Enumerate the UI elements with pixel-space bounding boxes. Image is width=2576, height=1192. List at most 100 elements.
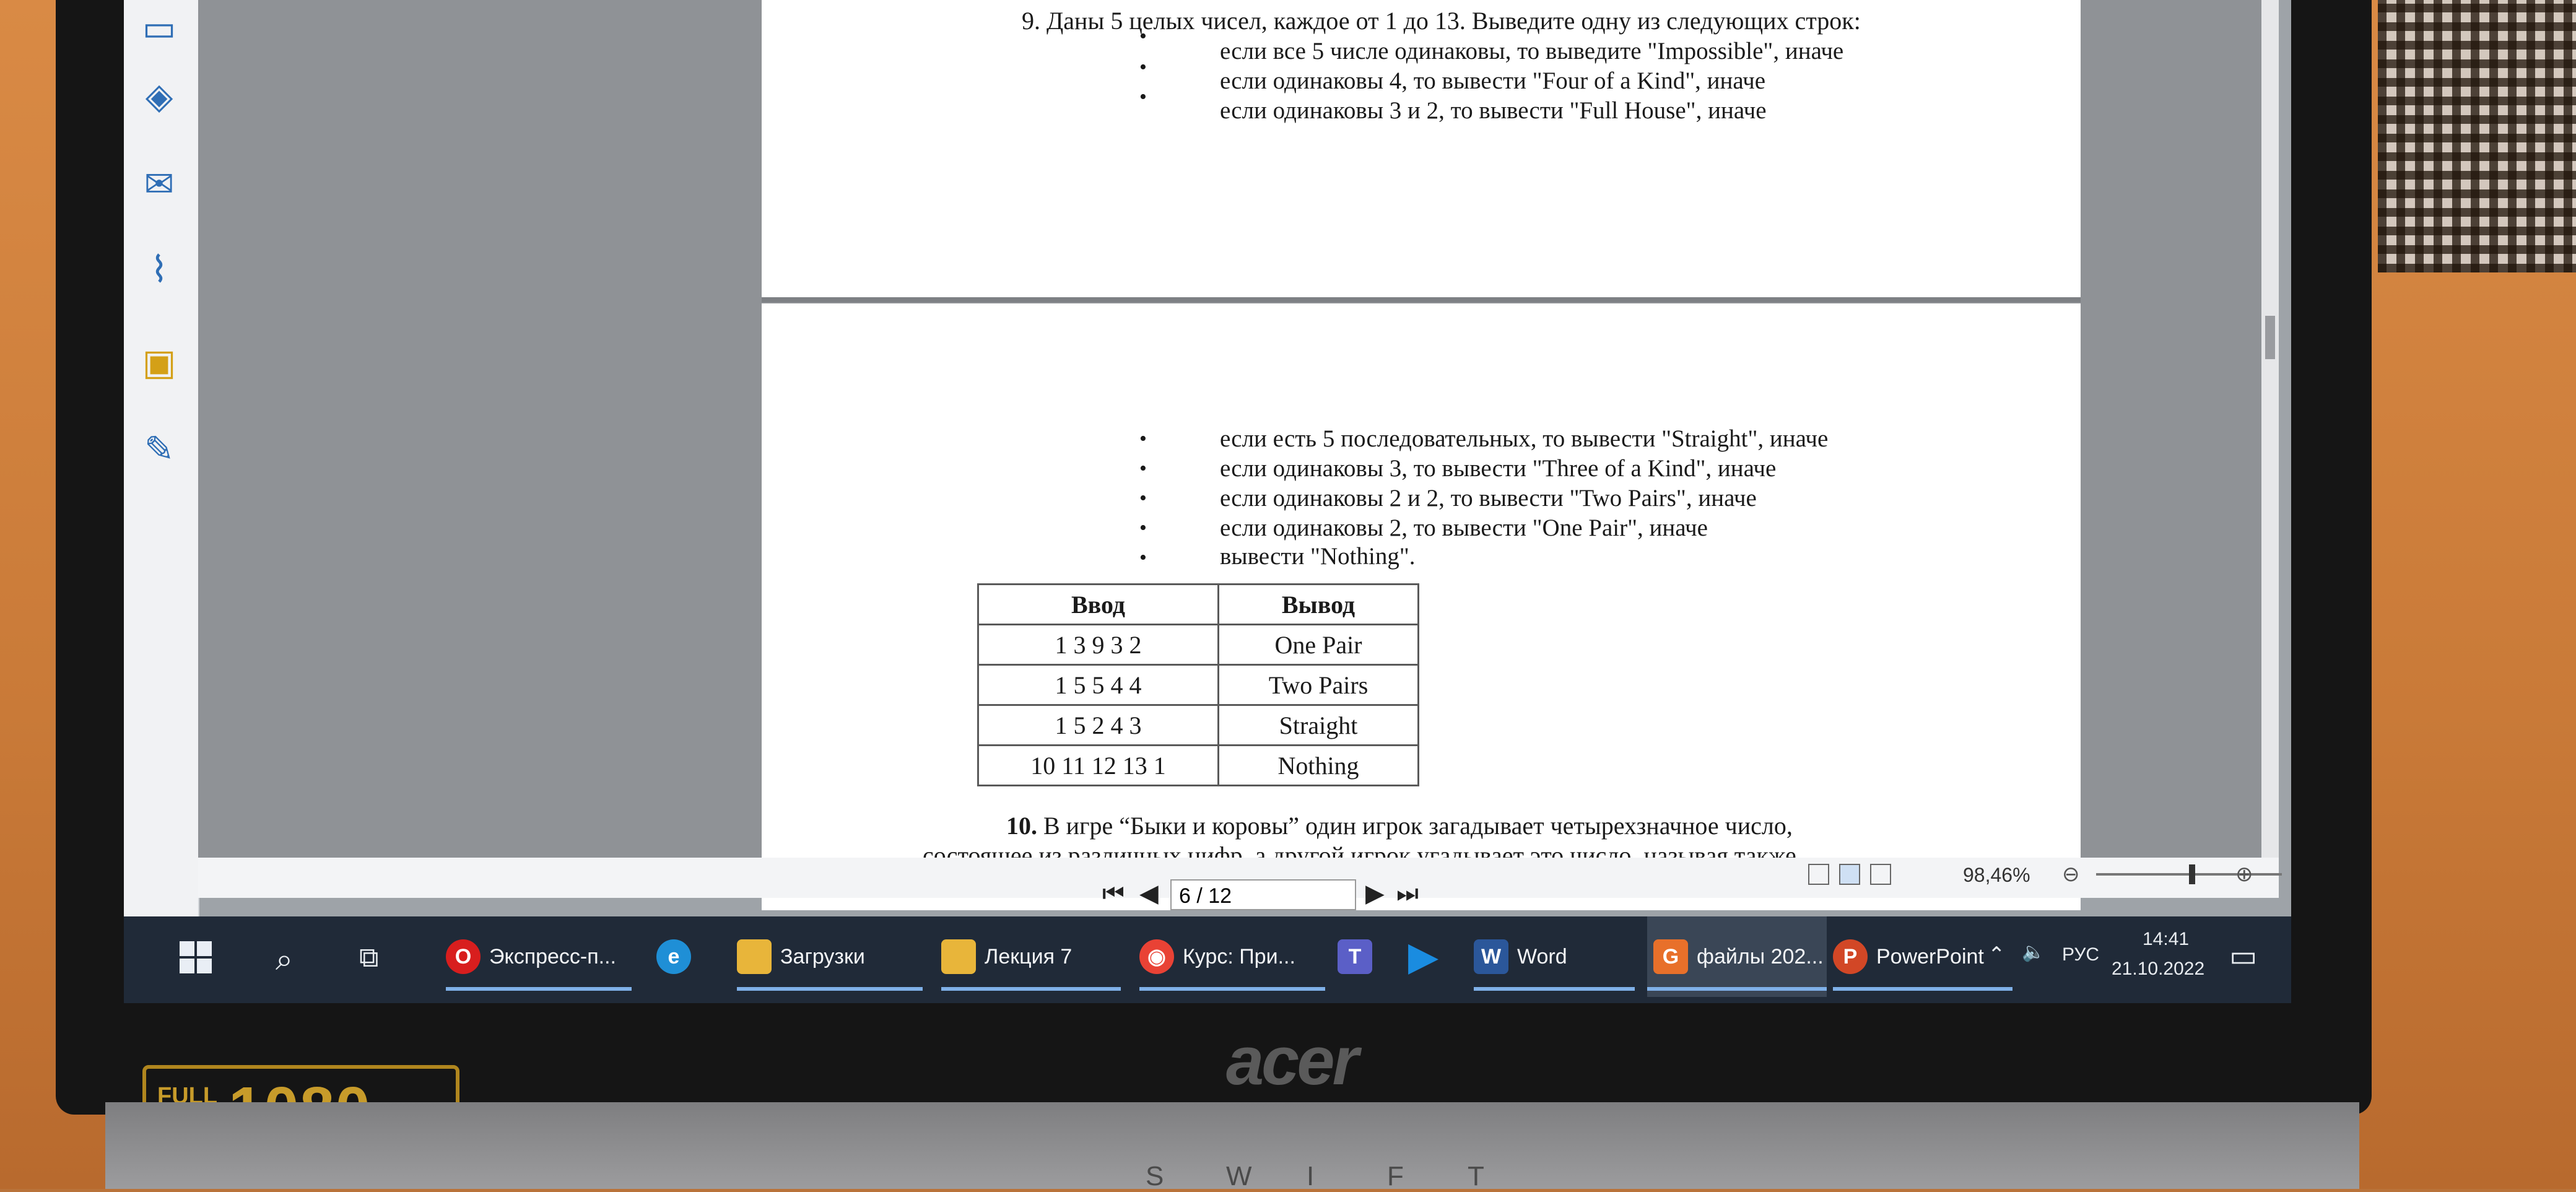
bullet-marker: • xyxy=(1139,487,1147,510)
zoom-slider-thumb[interactable] xyxy=(2189,864,2195,884)
vertical-scrollbar[interactable] xyxy=(2261,0,2279,892)
clock-time[interactable]: 14:41 xyxy=(2143,929,2189,950)
bullet-marker: • xyxy=(1139,85,1147,108)
single-page-view-icon[interactable] xyxy=(1808,864,1829,885)
table-cell-input: 1 5 5 4 4 xyxy=(977,664,1219,706)
taskbar-item-label: Word xyxy=(1517,944,1567,968)
io-table: Ввод Вывод 1 3 9 3 2 One Pair 1 5 5 4 4 … xyxy=(977,583,1419,786)
background-fabric xyxy=(2378,0,2576,272)
continuous-view-icon[interactable] xyxy=(1839,864,1860,885)
taskbar-item-teams[interactable]: T xyxy=(1338,916,1387,997)
bullet-marker: • xyxy=(1139,546,1147,569)
task10-text: В игре “Быки и коровы” один игрок загады… xyxy=(1037,812,1793,840)
acer-logo: acer xyxy=(1226,1023,1359,1099)
prev-page-icon[interactable]: ◀ xyxy=(1139,879,1159,908)
table-row: 1 3 9 3 2 One Pair xyxy=(977,624,1419,666)
next-page-icon[interactable]: ▶ xyxy=(1365,879,1385,908)
windows-taskbar: ⌕ ⧉ O Экспресс-п... e Загрузки Лекция 7 … xyxy=(124,916,2291,1003)
zoom-in-icon[interactable]: ⊕ xyxy=(2235,862,2253,887)
document-page-top: 9. Даны 5 целых чисел, каждое от 1 до 13… xyxy=(762,0,2081,302)
table-row: 1 5 2 4 3 Straight xyxy=(977,704,1419,746)
chrome-icon: ◉ xyxy=(1139,939,1174,974)
scrollbar-thumb[interactable] xyxy=(2265,316,2275,359)
table-header-row: Ввод Вывод xyxy=(977,583,1419,625)
powerpoint-icon: P xyxy=(1833,939,1868,974)
table-header: Вывод xyxy=(1217,583,1419,625)
document-page-bottom: • если есть 5 последовательных, то вывес… xyxy=(762,303,2081,910)
table-cell-input: 1 3 9 3 2 xyxy=(977,624,1219,666)
laptop-screen: ▭ ◈ ✉ ⌇ ▣ ✎ 9. Даны 5 целых чисел, каждо… xyxy=(124,0,2291,954)
taskbar-item-opera[interactable]: O Экспресс-п... xyxy=(446,916,632,997)
taskbar-active-indicator xyxy=(941,987,1121,991)
zoom-out-icon[interactable]: ⊖ xyxy=(2062,862,2080,887)
windows-start-icon[interactable] xyxy=(180,941,212,973)
last-page-icon[interactable]: ⏭ xyxy=(1396,879,1419,908)
table-cell-output: One Pair xyxy=(1217,624,1419,666)
taskbar-item-label: файлы 202... xyxy=(1697,944,1824,968)
taskbar-item-pdf[interactable]: G файлы 202... xyxy=(1647,916,1827,997)
taskbar-item-label: Лекция 7 xyxy=(985,944,1073,968)
bullet-item: если одинаковы 3, то вывести "Three of a… xyxy=(1220,455,1777,482)
table-cell-output: Nothing xyxy=(1217,744,1419,786)
base-letter: T xyxy=(1468,1161,1487,1191)
bullet-item: если одинаковы 4, то вывести "Four of a … xyxy=(1220,67,1766,94)
base-letter: I xyxy=(1307,1161,1317,1191)
play-icon: ▶ xyxy=(1408,936,1438,977)
bullet-item: если одинаковы 3 и 2, то вывести "Full H… xyxy=(1220,97,1767,124)
notifications-icon[interactable]: ▭ xyxy=(2229,939,2257,973)
bullet-marker: • xyxy=(1139,457,1147,480)
bullet-marker: • xyxy=(1139,25,1147,48)
taskbar-item-downloads[interactable]: Загрузки xyxy=(737,916,923,997)
bullet-marker: • xyxy=(1139,427,1147,450)
taskbar-active-indicator xyxy=(1139,987,1325,991)
task10-number: 10. xyxy=(1006,812,1037,840)
taskbar-item-word[interactable]: W Word xyxy=(1474,916,1635,997)
edge-icon: e xyxy=(656,939,691,974)
taskbar-item-edge[interactable]: e xyxy=(656,916,706,997)
bookmark-icon[interactable]: ▭ xyxy=(137,6,181,50)
base-letter: S xyxy=(1146,1161,1167,1191)
table-cell-input: 1 5 2 4 3 xyxy=(977,704,1219,746)
bullet-marker: • xyxy=(1139,56,1147,79)
word-icon: W xyxy=(1474,939,1508,974)
document-viewport[interactable]: 9. Даны 5 целых чисел, каждое от 1 до 13… xyxy=(198,0,2279,910)
table-cell-input: 10 11 12 13 1 xyxy=(977,744,1219,786)
layers-icon[interactable]: ◈ xyxy=(137,74,181,118)
bullet-item: если есть 5 последовательных, то вывести… xyxy=(1220,425,1829,452)
taskbar-item-chrome[interactable]: ◉ Курс: При... xyxy=(1139,916,1325,997)
folder-icon xyxy=(941,939,976,974)
taskbar-item-lecture[interactable]: Лекция 7 xyxy=(941,916,1121,997)
attachment-icon[interactable]: ⌇ xyxy=(137,248,181,291)
page-indicator[interactable]: 6 / 12 xyxy=(1170,879,1356,910)
chevron-up-icon[interactable]: ⌃ xyxy=(1988,942,2006,967)
signature-icon[interactable]: ✎ xyxy=(137,427,181,471)
first-page-icon[interactable]: ⏮ xyxy=(1102,879,1125,908)
table-row: 1 5 5 4 4 Two Pairs xyxy=(977,664,1419,706)
taskbar-active-indicator xyxy=(737,987,923,991)
bullet-item: если одинаковы 2, то вывести "One Pair",… xyxy=(1220,515,1708,541)
taskbar-item-label: PowerPoint xyxy=(1876,944,1984,968)
taskbar-active-indicator xyxy=(1833,987,2012,991)
bullet-item: вывести "Nothing". xyxy=(1220,543,1416,570)
zoom-level: 98,46% xyxy=(1963,864,2030,886)
comment-icon[interactable]: ✉ xyxy=(137,162,181,206)
taskbar-item-player[interactable]: ▶ xyxy=(1406,916,1455,997)
clock-date[interactable]: 21.10.2022 xyxy=(2112,959,2204,980)
table-header: Ввод xyxy=(977,583,1219,625)
bullet-marker: • xyxy=(1139,516,1147,539)
task10-line1: 10. В игре “Быки и коровы” один игрок за… xyxy=(1006,811,1793,840)
bullet-item: если одинаковы 2 и 2, то вывести "Two Pa… xyxy=(1220,485,1757,511)
language-indicator[interactable]: РУС xyxy=(2062,944,2099,965)
pdf-side-toolbar: ▭ ◈ ✉ ⌇ ▣ ✎ xyxy=(124,0,199,916)
search-icon[interactable]: ⌕ xyxy=(276,941,293,978)
bullet-item: если все 5 числе одинаковы, то выведите … xyxy=(1220,38,1844,64)
taskbar-item-powerpoint[interactable]: P PowerPoint xyxy=(1833,916,2012,997)
lock-icon[interactable]: ▣ xyxy=(137,341,181,384)
volume-icon[interactable]: 🔈 xyxy=(2022,941,2045,963)
teams-icon: T xyxy=(1338,939,1372,974)
task-view-icon[interactable]: ⧉ xyxy=(359,942,378,973)
taskbar-item-label: Загрузки xyxy=(780,944,865,968)
two-page-view-icon[interactable] xyxy=(1870,864,1891,885)
taskbar-item-label: Курс: При... xyxy=(1183,944,1295,968)
table-row: 10 11 12 13 1 Nothing xyxy=(977,744,1419,786)
